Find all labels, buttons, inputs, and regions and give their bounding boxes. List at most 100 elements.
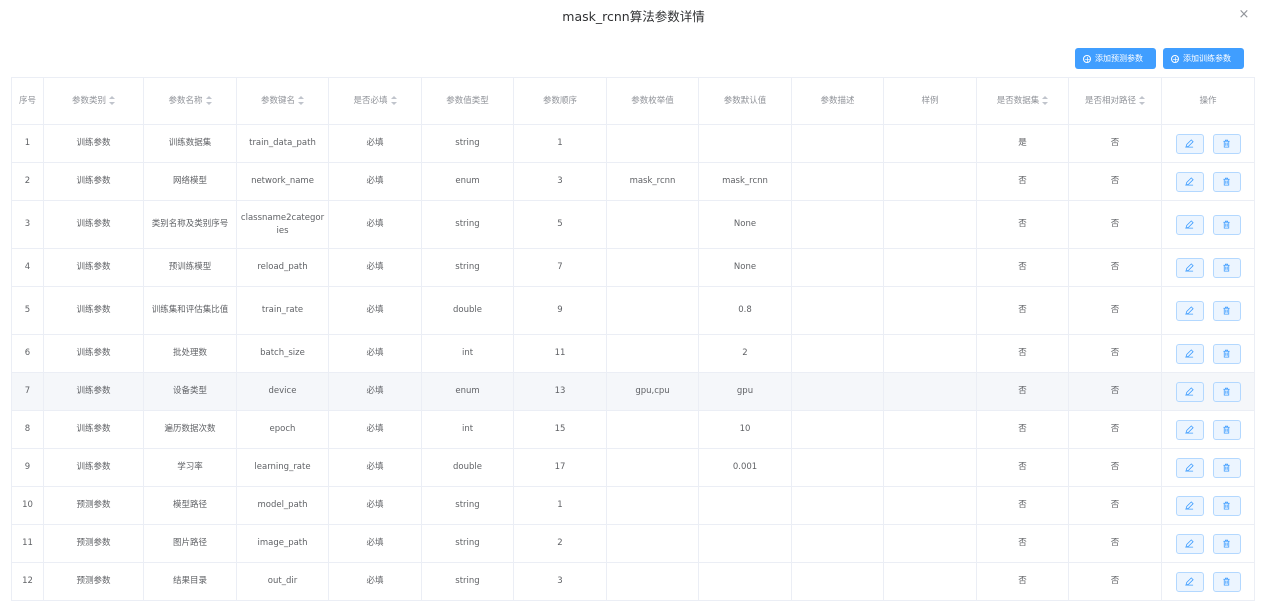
table-cell [606,124,699,163]
column-header[interactable]: 参数键名 [236,77,329,125]
delete-button[interactable] [1212,300,1241,321]
table-cell [606,410,699,449]
column-header[interactable]: 是否相对路径 [1068,77,1162,125]
table-cell: 1 [513,486,607,525]
add-predict-param-button[interactable]: + 添加预测参数 [1075,48,1156,69]
edit-icon [1185,139,1194,148]
delete-button[interactable] [1212,214,1241,235]
delete-button[interactable] [1212,171,1241,192]
table-cell [883,124,977,163]
table-cell: 11 [513,334,607,373]
sort-caret-icon[interactable] [1139,95,1145,105]
table-cell: 否 [976,486,1069,525]
edit-button[interactable] [1175,419,1204,440]
row-actions [1165,300,1251,321]
sort-caret-icon[interactable] [298,95,304,105]
table-cell: 否 [1068,524,1162,563]
column-header[interactable]: 参数名称 [143,77,237,125]
table-cell: string [421,524,514,563]
delete-button[interactable] [1212,343,1241,364]
row-actions [1165,214,1251,235]
edit-icon [1185,306,1194,315]
table-cell: 否 [976,286,1069,335]
actions-cell [1161,372,1255,411]
table-cell: None [698,248,792,287]
table-row: 5 训练参数 训练集和评估集比值 train_rate 必填 double 9 0.8 否否 [11,286,1255,335]
edit-button[interactable] [1175,457,1204,478]
table-cell: string [421,486,514,525]
edit-icon [1185,177,1194,186]
delete-button[interactable] [1212,495,1241,516]
delete-button[interactable] [1212,457,1241,478]
table-cell: 遍历数据次数 [143,410,237,449]
table-cell: gpu [698,372,792,411]
plus-circle-icon: + [1171,54,1179,64]
table-cell [883,524,977,563]
table-cell: 必填 [328,486,422,525]
sort-caret-icon[interactable] [109,95,115,105]
table-cell: 否 [976,248,1069,287]
table-cell: 训练参数 [43,448,144,487]
table-cell: 10 [11,486,44,525]
column-header[interactable]: 是否必填 [328,77,422,125]
column-header: 参数默认值 [698,77,792,125]
table-row: 4 训练参数 预训练模型 reload_path 必填 string 7 None 否否 [11,248,1255,287]
delete-button[interactable] [1212,381,1241,402]
column-header-label: 参数顺序 [542,95,577,106]
edit-button[interactable] [1175,533,1204,554]
edit-button[interactable] [1175,300,1204,321]
table-row: 10 预测参数 模型路径 model_path 必填 string 1 否否 [11,486,1255,525]
table-cell: 设备类型 [143,372,237,411]
edit-button[interactable] [1175,133,1204,154]
delete-button[interactable] [1212,133,1241,154]
table-cell: 2 [698,334,792,373]
table-cell: string [421,248,514,287]
table-cell: 训练参数 [43,410,144,449]
edit-button[interactable] [1175,343,1204,364]
edit-button[interactable] [1175,257,1204,278]
delete-button[interactable] [1212,533,1241,554]
edit-button[interactable] [1175,214,1204,235]
table-cell [606,286,699,335]
table-cell: 5 [513,200,607,249]
delete-button[interactable] [1212,257,1241,278]
sort-caret-icon[interactable] [205,95,212,105]
table-cell [791,248,884,287]
table-cell [883,200,977,249]
delete-icon [1222,177,1231,186]
table-cell [606,448,699,487]
table-row: 6 训练参数 批处理数 batch_size 必填 int 11 2 否否 [11,334,1255,373]
column-header[interactable]: 参数类别 [43,77,144,125]
table-cell: network_name [236,162,329,201]
edit-icon [1185,263,1194,272]
column-header-label: 参数默认值 [723,95,767,106]
table-row: 8 训练参数 遍历数据次数 epoch 必填 int 15 10 否否 [11,410,1255,449]
edit-button[interactable] [1175,171,1204,192]
table-cell: 6 [11,334,44,373]
actions-cell [1161,248,1255,287]
table-cell: 4 [11,248,44,287]
edit-button[interactable] [1175,381,1204,402]
table-cell [791,334,884,373]
actions-cell [1161,486,1255,525]
table-cell: 否 [1068,162,1162,201]
delete-icon [1222,306,1231,315]
table-header-row: 序号 参数类别 参数名称 参数键名 是否必填 参数值类型 参数顺序 参数枚举值 参数默认值 参数描… [11,77,1255,125]
table-cell: int [421,334,514,373]
table-row: 2 训练参数 网络模型 network_name 必填 enum 3 mask_rcnn mas… [11,162,1255,201]
delete-icon [1222,349,1231,358]
add-train-param-button[interactable]: + 添加训练参数 [1163,48,1244,69]
table-cell: 否 [976,162,1069,201]
edit-button[interactable] [1175,495,1204,516]
close-icon[interactable]: × [1237,8,1251,22]
actions-cell [1161,410,1255,449]
row-actions [1165,343,1251,364]
row-actions [1165,133,1251,154]
table-cell: 预测参数 [43,524,144,563]
delete-icon [1222,387,1231,396]
delete-button[interactable] [1212,419,1241,440]
column-header[interactable]: 是否数据集 [976,77,1069,125]
sort-caret-icon[interactable] [1042,95,1049,105]
sort-caret-icon[interactable] [390,95,397,105]
table-cell: 否 [976,372,1069,411]
